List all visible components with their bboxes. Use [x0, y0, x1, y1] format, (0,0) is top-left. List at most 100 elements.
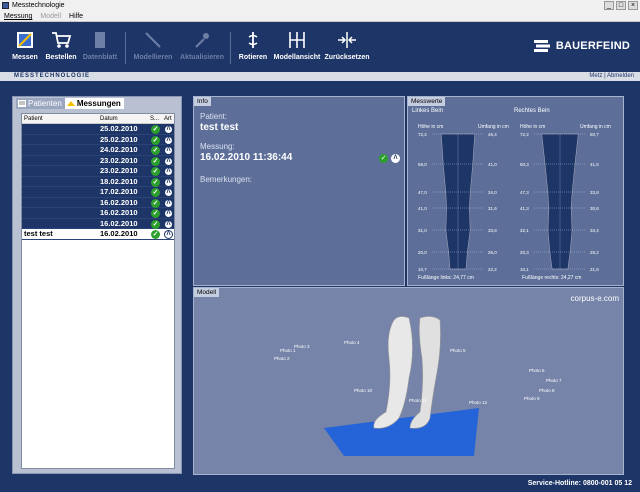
left-circ-label: 41,0: [488, 162, 497, 167]
row-date: 16.02.2010: [100, 197, 138, 207]
app-icon: [2, 2, 9, 9]
row-date: 23.02.2010: [100, 166, 138, 175]
maximize-button[interactable]: □: [616, 1, 626, 10]
table-row[interactable]: 24.02.2010 ✓ Λ: [22, 145, 174, 156]
photo-marker[interactable]: Photo 7: [546, 378, 562, 383]
service-hotline: Service-Hotline: 0800-001 05 12: [527, 480, 632, 487]
left-height-label: 41,0: [418, 206, 427, 211]
patient-label: Patient:: [200, 112, 228, 121]
messung-label: Messung:: [200, 142, 235, 151]
status-ok-icon: ✓: [151, 209, 160, 218]
toolbar-separator: [125, 32, 126, 64]
menu-messung[interactable]: Messung: [4, 11, 32, 21]
bauerfeind-logo-icon: [533, 40, 550, 52]
left-circ-label: 22,2: [488, 267, 497, 272]
table-row[interactable]: 16.02.2010 ✓ Λ: [22, 219, 174, 229]
art-icon: Λ: [164, 125, 173, 134]
art-icon: Λ: [164, 198, 173, 208]
modellansicht-button[interactable]: Modellansicht: [272, 30, 322, 70]
section-strip: MESSTECHNOLOGIE Metz | Abmelden: [0, 72, 640, 81]
left-circ-label: 31,6: [488, 206, 497, 211]
menu-hilfe[interactable]: Hilfe: [69, 11, 83, 21]
table-row[interactable]: test test 16.02.2010 ✓ Λ: [22, 229, 174, 240]
photo-marker[interactable]: Photo 9: [524, 396, 540, 401]
left-height-label: 47,0: [418, 190, 427, 195]
info-title: Info: [194, 97, 211, 106]
modellieren-button[interactable]: Modellieren: [132, 30, 174, 70]
photo-marker[interactable]: Photo 8: [539, 388, 555, 393]
table-row[interactable]: 23.02.2010 ✓ Λ: [22, 156, 174, 166]
row-date: 16.02.2010: [100, 208, 138, 217]
col-patient[interactable]: Patient: [24, 114, 43, 124]
messwerte-title: Messwerte: [408, 97, 446, 106]
left-height-label: 59,0: [418, 162, 427, 167]
minimize-button[interactable]: _: [604, 1, 614, 10]
right-leg-title: Rechtes Bein: [514, 108, 550, 114]
update-icon: [195, 33, 209, 48]
row-date: 24.02.2010: [100, 145, 138, 154]
table-row[interactable]: 18.02.2010 ✓ Λ: [22, 177, 174, 187]
status-ok-icon: ✓: [151, 188, 160, 197]
photo-marker[interactable]: Photo 4: [344, 340, 360, 345]
row-date: 25.02.2010: [100, 124, 138, 133]
photo-marker[interactable]: Photo 2: [274, 356, 290, 361]
tab-patienten[interactable]: Patienten: [16, 98, 65, 109]
col-datum[interactable]: Datum: [100, 114, 118, 124]
bestellen-button[interactable]: Bestellen: [45, 30, 77, 70]
photo-marker[interactable]: Photo 12: [469, 400, 487, 405]
photo-marker[interactable]: Photo 3: [294, 344, 310, 349]
title-bar: Messtechnologie _ □ ×: [0, 0, 640, 11]
toolbar-separator: [230, 32, 231, 64]
right-circ-label: 33,4: [590, 228, 599, 233]
left-leg-title: Linkes Bein: [412, 108, 444, 114]
table-row[interactable]: 16.02.2010 ✓ Λ: [22, 208, 174, 219]
art-icon: Λ: [164, 156, 173, 166]
art-icon: Λ: [164, 230, 173, 239]
art-icon: Λ: [164, 177, 173, 187]
table-row[interactable]: 23.02.2010 ✓ Λ: [22, 166, 174, 177]
table-row[interactable]: 25.02.2010 ✓ Λ: [22, 124, 174, 135]
right-leg-model: [409, 316, 441, 429]
rotieren-button[interactable]: Rotieren: [236, 30, 270, 70]
zuruecksetzen-button[interactable]: Zurücksetzen: [324, 30, 370, 70]
left-height-label: 72,2: [418, 132, 427, 137]
status-ok-icon: ✓: [151, 156, 160, 166]
left-height-label: 31,0: [418, 228, 427, 233]
messung-value: 16.02.2010 11:36:44: [200, 152, 293, 163]
status-ok-icon: ✓: [151, 198, 160, 208]
right-circ-label: 28,2: [590, 250, 599, 255]
cart-icon: [52, 32, 72, 48]
patient-panel: Patienten Messungen Patient Datum S... A…: [12, 96, 182, 474]
left-circ-label: 46,4: [488, 132, 497, 137]
foot-plate: [324, 408, 479, 456]
datenblatt-button[interactable]: Datenblatt: [82, 30, 118, 70]
rotate-icon: [248, 32, 258, 48]
photo-marker[interactable]: Photo 11: [409, 398, 427, 403]
right-height-label: 47,3: [520, 190, 529, 195]
status-ok-icon: ✓: [151, 125, 160, 134]
menu-bar: Messung Modell Hilfe: [0, 11, 640, 22]
user-name: Metz: [589, 73, 603, 79]
tab-messungen[interactable]: Messungen: [64, 98, 124, 109]
right-circ-label: 30,8: [590, 206, 599, 211]
photo-marker[interactable]: Photo 10: [354, 388, 372, 393]
foot-right: Fußlänge rechts: 24,27 cm: [522, 275, 582, 281]
logout-link[interactable]: Abmelden: [607, 73, 634, 79]
messwerte-panel: Messwerte Linkes Bein Rechtes Bein Höhe …: [407, 96, 624, 286]
photo-marker[interactable]: Photo 5: [450, 348, 466, 353]
menu-modell[interactable]: Modell: [40, 11, 61, 21]
section-label: MESSTECHNOLOGIE: [14, 73, 91, 79]
messen-button[interactable]: Messen: [10, 30, 40, 70]
table-row[interactable]: 17.02.2010 ✓ Λ: [22, 187, 174, 198]
reset-icon: [338, 32, 356, 48]
table-row[interactable]: 25.02.2010 ✓ Λ: [22, 135, 174, 145]
col-status[interactable]: S...: [150, 114, 159, 124]
col-art[interactable]: Art: [164, 114, 172, 124]
aktualisieren-button[interactable]: Aktualisieren: [178, 30, 226, 70]
model-view-icon: [289, 32, 305, 48]
table-row[interactable]: 16.02.2010 ✓ Λ: [22, 197, 174, 208]
photo-marker[interactable]: Photo 6: [529, 368, 545, 373]
close-button[interactable]: ×: [628, 1, 638, 10]
measurement-list: Patient Datum S... Art 25.02.2010 ✓ Λ 25.02…: [21, 113, 175, 469]
model-tool-icon: [145, 32, 161, 48]
